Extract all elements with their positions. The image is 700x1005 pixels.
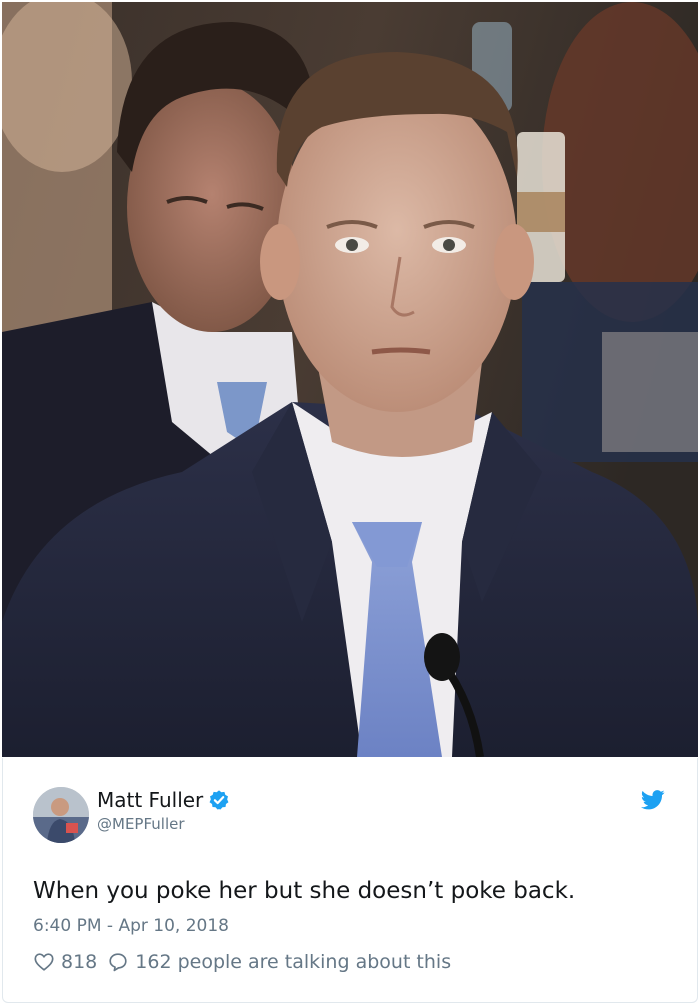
avatar-image [33,787,89,843]
author-avatar[interactable] [33,787,89,843]
like-count[interactable]: 818 [61,950,97,974]
author-name-row[interactable]: Matt Fuller [97,788,230,812]
tweet-timestamp[interactable]: 6:40 PM - Apr 10, 2018 [33,915,229,937]
tweet-actions: 818 162 people are talking about this [33,950,451,974]
speech-bubble-icon[interactable] [107,951,129,973]
heart-icon[interactable] [33,951,55,973]
tweet-photo[interactable] [2,2,698,757]
replies-summary[interactable]: 162 people are talking about this [135,950,451,974]
verified-badge-icon [209,790,229,810]
author-display-name[interactable]: Matt Fuller [97,788,203,812]
twitter-bird-icon[interactable] [641,790,665,810]
tweet-card: Matt Fuller @MEPFuller When you poke her… [0,0,700,1005]
photo-image [2,2,698,757]
twitter-bird-glyph [641,790,665,810]
tweet-text: When you poke her but she doesn’t poke b… [33,878,576,904]
tweet-body: Matt Fuller @MEPFuller When you poke her… [2,758,698,1003]
author-handle[interactable]: @MEPFuller [97,814,185,834]
